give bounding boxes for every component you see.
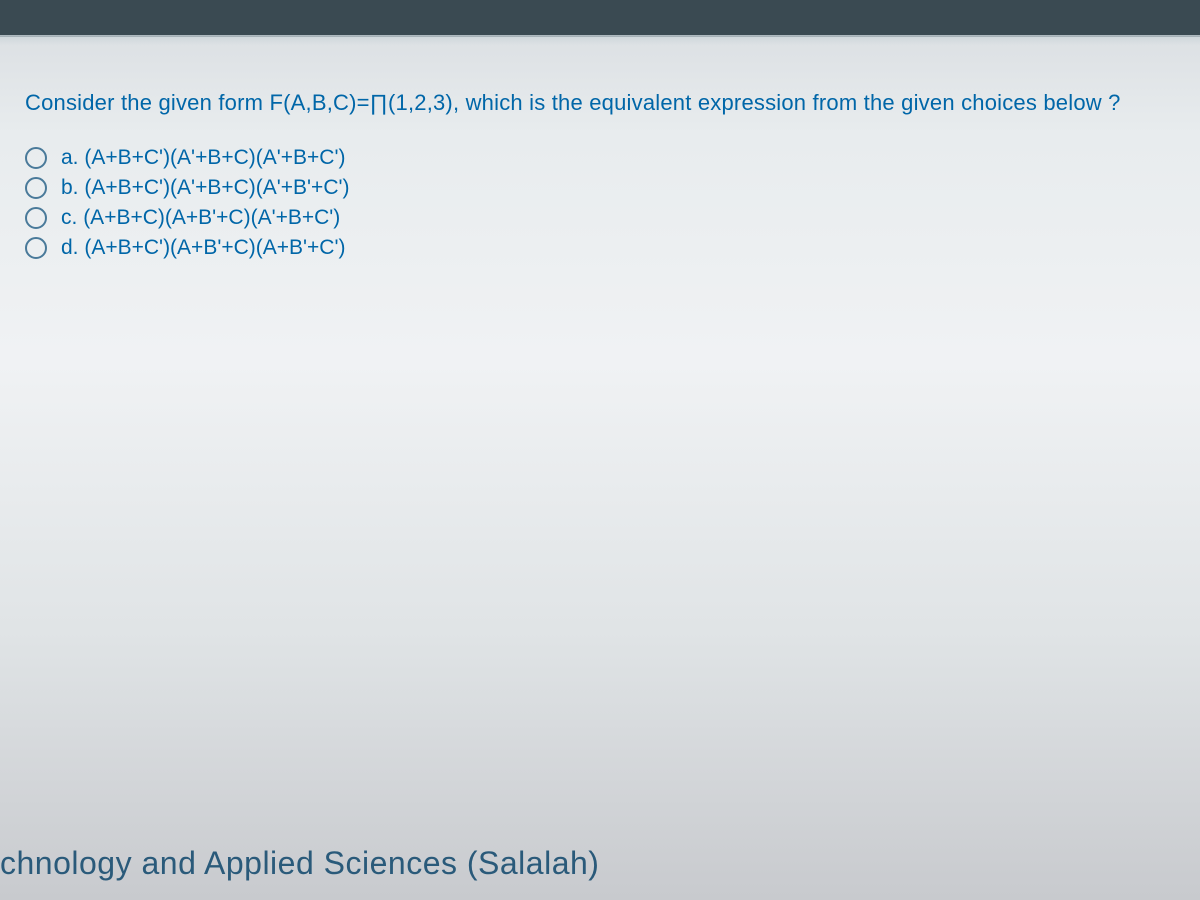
radio-icon[interactable]	[25, 177, 47, 199]
option-b[interactable]: b. (A+B+C')(A'+B+C)(A'+B'+C')	[25, 176, 1175, 200]
option-text: (A+B+C')(A'+B+C)(A'+B'+C')	[84, 176, 349, 200]
option-d[interactable]: d. (A+B+C')(A+B'+C)(A+B'+C')	[25, 236, 1175, 260]
option-letter: d.	[61, 236, 79, 260]
radio-icon[interactable]	[25, 207, 47, 229]
option-text: (A+B+C')(A'+B+C)(A'+B+C')	[84, 146, 345, 170]
radio-icon[interactable]	[25, 147, 47, 169]
window-bezel-top	[0, 0, 1200, 37]
footer-institution-text: chnology and Applied Sciences (Salalah)	[0, 845, 599, 882]
option-text: (A+B+C)(A+B'+C)(A'+B+C')	[83, 206, 340, 230]
options-group: a. (A+B+C')(A'+B+C)(A'+B+C') b. (A+B+C')…	[25, 146, 1175, 260]
question-prompt: Consider the given form F(A,B,C)=∏(1,2,3…	[25, 90, 1175, 116]
radio-icon[interactable]	[25, 237, 47, 259]
option-text: (A+B+C')(A+B'+C)(A+B'+C')	[84, 236, 345, 260]
option-letter: a.	[61, 146, 79, 170]
option-letter: b.	[61, 176, 79, 200]
option-c[interactable]: c. (A+B+C)(A+B'+C)(A'+B+C')	[25, 206, 1175, 230]
option-letter: c.	[61, 206, 77, 230]
option-a[interactable]: a. (A+B+C')(A'+B+C)(A'+B+C')	[25, 146, 1175, 170]
